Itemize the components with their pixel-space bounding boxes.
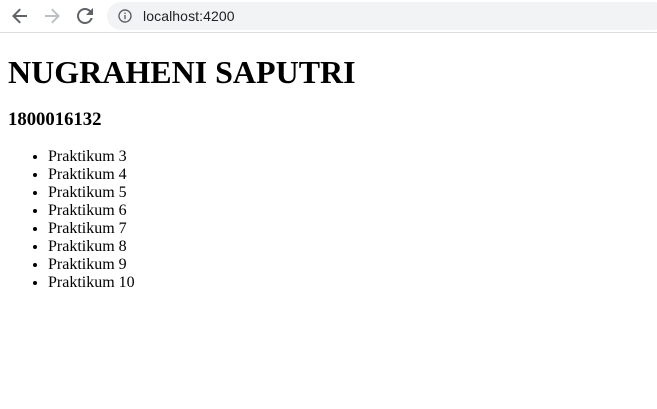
list-item: Praktikum 6 <box>48 202 649 220</box>
arrow-left-icon <box>12 8 27 24</box>
list-item: Praktikum 8 <box>48 238 649 256</box>
list-item: Praktikum 9 <box>48 256 649 274</box>
address-bar[interactable]: localhost:4200 <box>107 2 657 30</box>
reload-icon <box>77 8 93 24</box>
list-item: Praktikum 4 <box>48 166 649 184</box>
student-id: 1800016132 <box>8 109 102 130</box>
arrow-right-icon <box>45 8 60 24</box>
list-item: Praktikum 7 <box>48 220 649 238</box>
browser-toolbar: localhost:4200 <box>0 0 657 33</box>
list-item: Praktikum 10 <box>48 274 649 292</box>
praktikum-list: Praktikum 3 Praktikum 4 Praktikum 5 Prak… <box>8 148 649 292</box>
reload-button[interactable] <box>73 4 97 28</box>
page-content: NUGRAHENI SAPUTRI 1800016132 Praktikum 3… <box>0 54 657 292</box>
forward-button[interactable] <box>40 4 64 28</box>
url-text: localhost:4200 <box>143 8 235 24</box>
page-title: NUGRAHENI SAPUTRI <box>8 54 356 90</box>
list-item: Praktikum 5 <box>48 184 649 202</box>
back-button[interactable] <box>8 4 32 28</box>
info-icon[interactable] <box>117 8 133 24</box>
list-item: Praktikum 3 <box>48 148 649 166</box>
